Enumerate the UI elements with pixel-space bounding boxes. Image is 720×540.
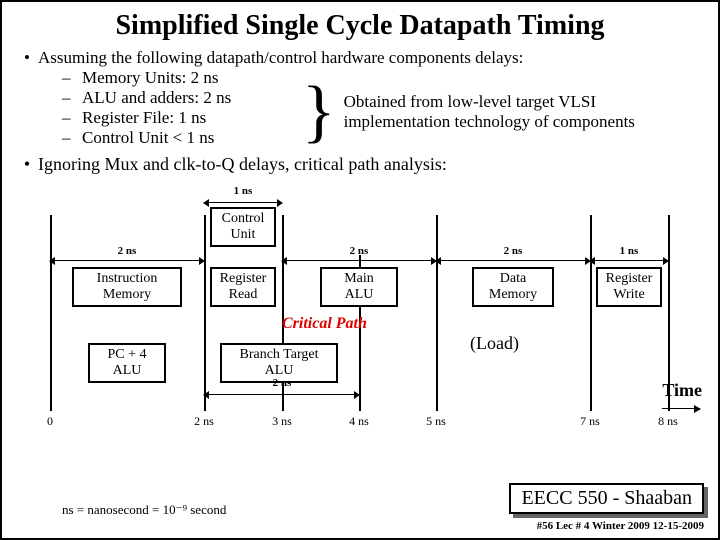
stage-register-read: Register Read [210,267,276,307]
bullet-list: • Assuming the following datapath/contro… [16,48,704,175]
time-arrow-icon [662,408,700,409]
stage-register-write: Register Write [596,267,662,307]
duration-2ns: 2 ns [273,377,292,389]
stage-pc4-alu: PC + 4 ALU [88,343,166,383]
assume-text: Assuming the following datapath/control … [38,48,523,68]
gridline-0ns [50,215,52,411]
time-axis-label: Time [662,380,702,401]
tick-0: 0 [47,414,53,429]
tick-3ns: 3 ns [272,414,292,429]
stage-data-memory: Data Memory [472,267,554,307]
bullet-assumptions: • Assuming the following datapath/contro… [16,48,704,68]
bullet-dot: • [16,48,38,68]
ignore-text: Ignoring Mux and clk-to-Q delays, critic… [38,154,447,175]
tick-2ns: 2 ns [194,414,214,429]
timing-diagram: 1 ns 2 ns 2 ns 2 ns 1 ns Control Unit In… [20,185,700,435]
stage-control-unit: Control Unit [210,207,276,247]
duration-2ns: 2 ns [504,245,523,257]
gridline-5ns [436,215,438,411]
tick-8ns: 8 ns [658,414,678,429]
duration-2ns: 2 ns [350,245,369,257]
duration-1ns: 1 ns [234,185,253,197]
brace-note: } Obtained from low-level target VLSI im… [302,82,684,142]
curly-brace-icon: } [302,82,336,142]
tick-4ns: 4 ns [349,414,369,429]
footnote-ns: ns = nanosecond = 10⁻⁹ second [62,502,226,518]
slide: Simplified Single Cycle Datapath Timing … [0,0,720,540]
vlsi-note: Obtained from low-level target VLSI impl… [344,92,684,132]
bullet-ignore: • Ignoring Mux and clk-to-Q delays, crit… [16,154,704,175]
bullet-dot: • [16,154,38,175]
tick-5ns: 5 ns [426,414,446,429]
duration-arrow [204,389,359,401]
critical-path-label: Critical Path [282,315,367,333]
load-label: (Load) [470,333,519,354]
slide-title: Simplified Single Cycle Datapath Timing [16,10,704,42]
duration-2ns: 2 ns [118,245,137,257]
stage-instruction-memory: Instruction Memory [72,267,182,307]
gridline-2ns [204,215,206,411]
stage-main-alu: Main ALU [320,267,398,307]
gridline-7ns [590,215,592,411]
duration-1ns: 1 ns [620,245,639,257]
slide-meta: #56 Lec # 4 Winter 2009 12-15-2009 [537,520,704,532]
tick-7ns: 7 ns [580,414,600,429]
course-footer: EECC 550 - Shaaban [509,483,704,514]
